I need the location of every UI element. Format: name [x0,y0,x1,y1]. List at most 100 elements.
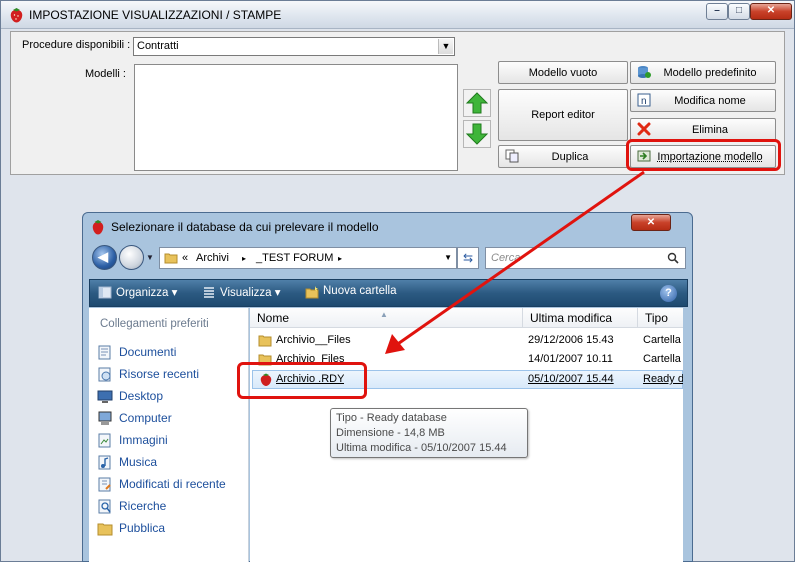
modello-vuoto-button[interactable]: Modello vuoto [498,61,628,84]
report-editor-button[interactable]: Report editor [498,89,628,141]
rename-icon: n [637,93,651,107]
dialog-title: Selezionare il database da cui prelevare… [111,220,379,234]
tooltip-modified: Ultima modifica - 05/10/2007 15.44 [336,442,507,454]
report-editor-label: Report editor [531,109,595,121]
modello-predefinito-button[interactable]: Modello predefinito [630,61,776,84]
column-header-tipo-label: Tipo [645,311,668,325]
column-header-tipo[interactable]: Tipo [638,308,683,328]
modifica-nome-label: Modifica nome [674,94,746,107]
file-highlight [237,362,367,399]
file-type: Cartella [643,353,681,365]
chevron-down-icon[interactable]: ▼ [438,39,453,54]
database-icon [638,66,651,78]
nav-modificati-di-recente-label: Modificati di recente [119,477,226,491]
dialog-titlebar: Selezionare il database da cui prelevare… [83,213,692,241]
strawberry-icon [92,220,104,235]
strawberry-icon [10,8,23,23]
new-folder-button[interactable]: Nuova cartella [323,285,397,297]
import-button-highlight [626,139,781,171]
file-tooltip: Tipo - Ready database Dimensione - 14,8 … [330,408,528,458]
recently-changed-icon [98,477,111,492]
dialog-close-button[interactable]: ✕ [631,214,671,231]
breadcrumb-separator[interactable]: ▸ [242,254,246,263]
nav-desktop-label: Desktop [119,389,164,403]
arrow-up-icon [465,92,489,114]
procedure-select[interactable]: Contratti ▼ [133,37,455,56]
nav-musica-label: Musica [119,455,158,469]
help-icon[interactable]: ? [660,285,677,302]
refresh-icon: ⇆ [462,251,474,265]
delete-icon [637,122,651,136]
column-header-nome-label: Nome [257,311,290,325]
breadcrumb-archivi[interactable]: Archivi [196,252,229,264]
refresh-button[interactable]: ⇆ [457,247,479,269]
public-folder-icon [97,523,113,536]
maximize-button[interactable]: □ [728,3,750,20]
nav-ricerche-label: Ricerche [119,499,167,513]
music-icon [98,455,111,470]
column-header-ultima-modifica-label: Ultima modifica [530,311,613,325]
modifica-nome-button[interactable]: n Modifica nome [630,89,776,112]
procedure-select-value: Contratti [137,40,179,52]
window-title: IMPOSTAZIONE VISUALIZZAZIONI / STAMPE [29,8,282,22]
history-dropdown-icon[interactable]: ▼ [146,253,154,262]
breadcrumb-test-forum[interactable]: _TEST FORUM [256,252,333,264]
view-menu[interactable]: Visualizza ▾ [220,285,281,299]
duplicate-icon [505,149,519,163]
elimina-button[interactable]: Elimina [630,118,776,141]
models-list[interactable] [134,64,458,171]
nav-risorse-recenti-label: Risorse recenti [119,367,200,381]
procedure-label: Procedure disponibili : [22,39,131,51]
move-down-button[interactable] [463,120,491,148]
modello-predefinito-label: Modello predefinito [663,66,757,79]
minimize-button[interactable]: – [706,3,728,20]
file-dialog: Selezionare il database da cui prelevare… [82,212,693,562]
column-header-ultima-modifica[interactable]: Ultima modifica [523,308,638,328]
computer-icon [98,411,112,425]
file-type: Cartella [643,334,681,346]
breadcrumb-separator[interactable]: ▸ [338,254,342,263]
back-button[interactable]: ◀ [92,245,117,270]
arrow-down-icon [465,123,489,145]
arrow-left-icon: ◀ [98,249,108,264]
searches-icon [98,499,111,514]
tooltip-type: Tipo - Ready database [336,412,447,424]
search-icon[interactable] [667,252,679,264]
favorite-links-header: Collegamenti preferiti [100,318,209,330]
file-modified: 14/01/2007 10.11 [528,353,613,365]
address-bar[interactable]: « Archivi ▸ _TEST FORUM ▸ ▼ [159,247,457,269]
address-prefix: « [182,252,189,264]
documents-icon [98,345,111,360]
search-placeholder: Cerca [491,252,521,264]
folder-icon [258,335,272,347]
column-header-nome[interactable]: Nome ▲ [250,308,523,328]
nav-documenti-label: Documenti [119,345,177,359]
file-modified: 29/12/2006 15.43 [528,334,614,346]
file-modified: 05/10/2007 15.44 [528,373,614,385]
svg-text:n: n [641,96,647,107]
file-list: Nome ▲ Ultima modifica Tipo Archivio__Fi… [250,308,683,562]
organize-menu[interactable]: Organizza ▾ [116,285,177,299]
chevron-down-icon[interactable]: ▼ [444,253,452,262]
forward-button[interactable] [119,245,144,270]
move-up-button[interactable] [463,89,491,117]
tooltip-size: Dimensione - 14,8 MB [336,427,445,439]
view-label: Visualizza [220,287,272,299]
nav-computer-label: Computer [119,411,172,425]
sort-ascending-icon: ▲ [380,310,388,319]
models-label: Modelli : [85,68,126,80]
nav-immagini-label: Immagini [119,433,168,447]
new-folder-icon [305,286,319,299]
modello-vuoto-label: Modello vuoto [528,66,598,79]
duplica-button[interactable]: Duplica [498,145,628,168]
organize-label: Organizza [116,287,169,299]
recent-items-icon [98,367,111,382]
desktop-icon [97,390,113,403]
favorite-links-pane: Collegamenti preferiti Documenti Risorse… [89,308,249,562]
search-input[interactable]: Cerca [485,247,686,269]
duplica-label: Duplica [551,150,589,163]
file-row[interactable]: Archivio__Files 29/12/2006 15.43 Cartell… [252,332,683,351]
organize-icon [98,286,112,299]
close-button[interactable]: ✕ [750,3,792,20]
main-titlebar: IMPOSTAZIONE VISUALIZZAZIONI / STAMPE – … [1,1,794,29]
